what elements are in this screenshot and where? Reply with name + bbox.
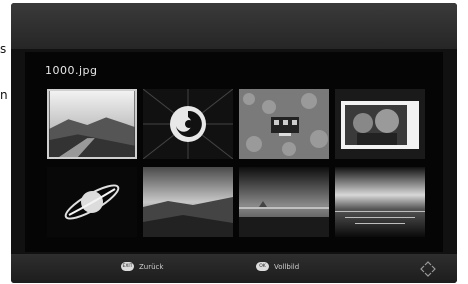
sea-horizon-image — [239, 167, 329, 237]
spiral-image — [143, 89, 233, 159]
thumbnail-two-people[interactable] — [335, 89, 425, 159]
house-field-image — [239, 89, 329, 159]
thumbnail-mountain-road[interactable] — [47, 89, 137, 159]
bottom-bar: EXIT Zurück OK Vollbild — [11, 254, 457, 283]
valley-road-image — [143, 167, 233, 237]
back-hint[interactable]: EXIT Zurück — [121, 262, 163, 271]
page-edge-text: s — [0, 42, 7, 56]
sunset-water-image — [335, 167, 425, 237]
ok-key-icon: OK — [256, 262, 269, 271]
thumbnail-spiral[interactable] — [143, 89, 233, 159]
thumbnail-house-field[interactable] — [239, 89, 329, 159]
exit-key-icon: EXIT — [121, 262, 134, 271]
thumbnail-valley-road[interactable] — [143, 167, 233, 237]
image-viewer-screen: 1000.jpg EXIT Zurück OK Vollbild — [11, 3, 457, 283]
thumbnail-sunset-water[interactable] — [335, 167, 425, 237]
page-edge-text: n — [0, 88, 8, 102]
mountain-road-image — [49, 91, 135, 157]
dpad-icon — [420, 261, 436, 277]
saturn-image — [47, 167, 137, 237]
back-label: Zurück — [139, 262, 164, 271]
fullscreen-hint[interactable]: OK Vollbild — [256, 262, 299, 271]
thumbnail-saturn[interactable] — [47, 167, 137, 237]
top-bar — [11, 3, 457, 49]
thumbnail-sea-horizon[interactable] — [239, 167, 329, 237]
fullscreen-label: Vollbild — [274, 262, 300, 271]
two-people-image — [335, 89, 425, 159]
file-name: 1000.jpg — [45, 64, 98, 77]
